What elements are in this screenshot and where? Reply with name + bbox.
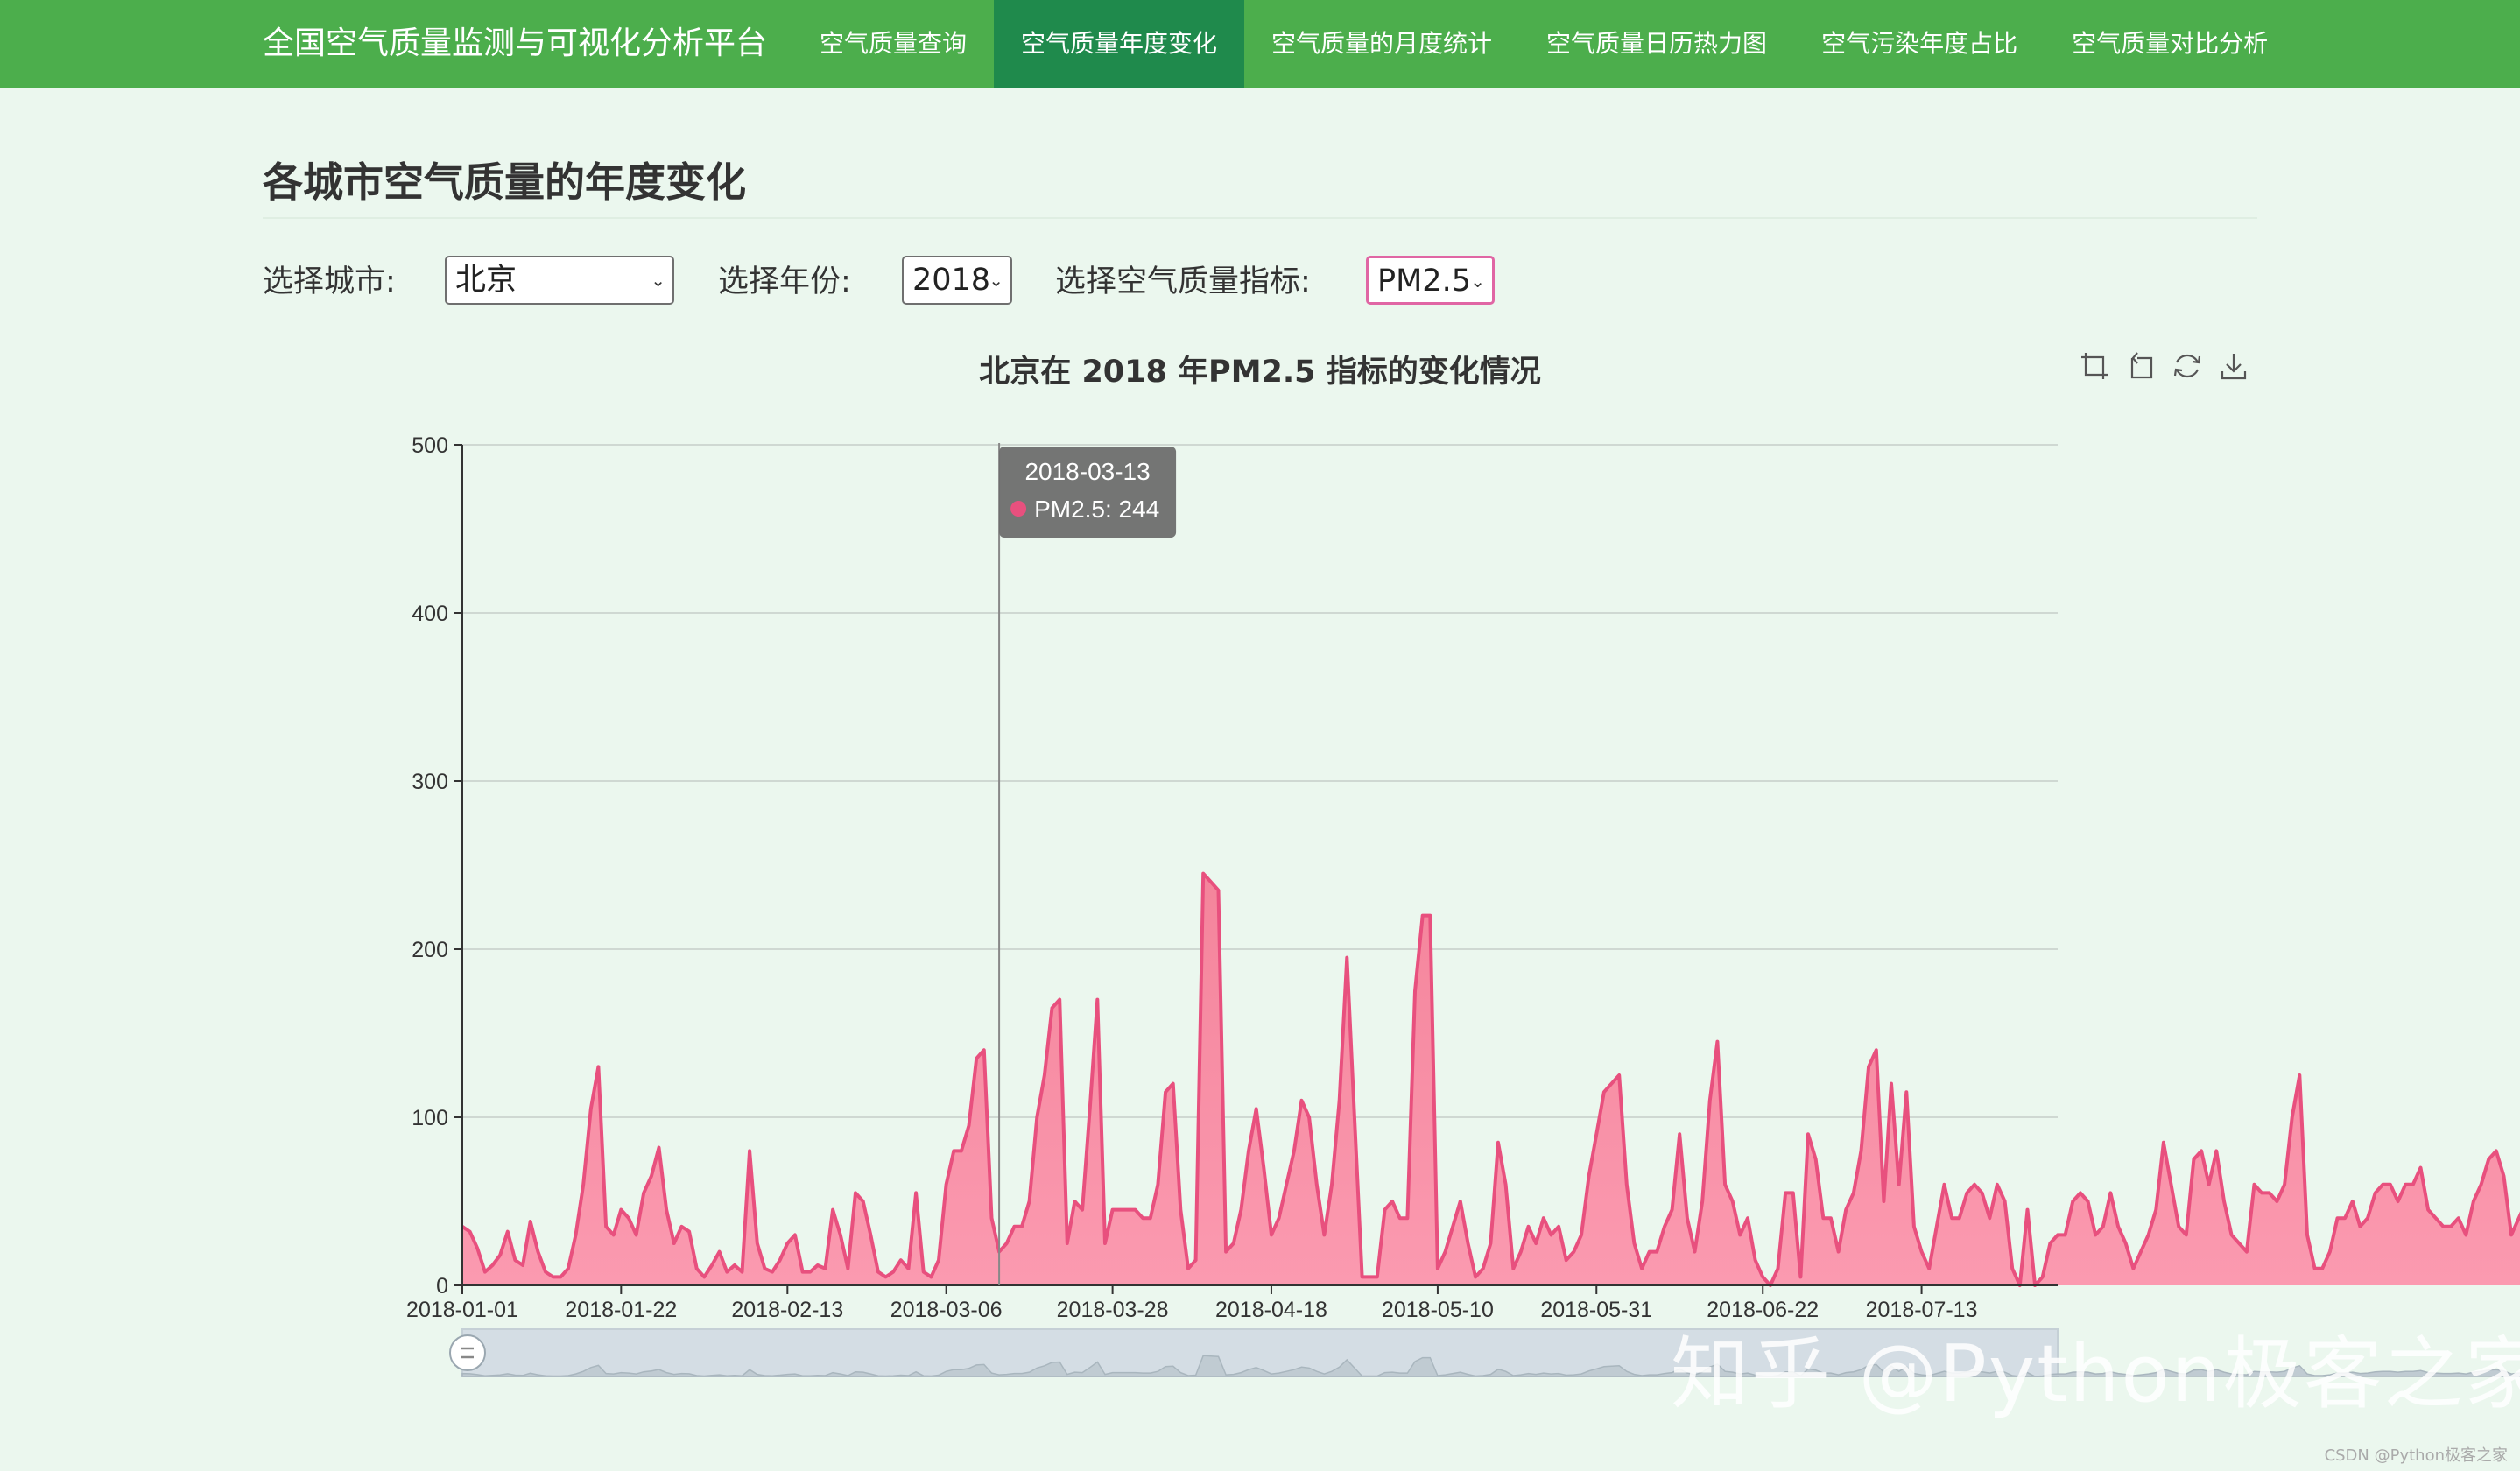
x-tick-label: 2018-01-01 [406, 1298, 518, 1322]
top-navbar: 全国空气质量监测与可视化分析平台 空气质量查询 空气质量年度变化 空气质量的月度… [0, 0, 2520, 88]
x-tick-label: 2018-05-31 [1540, 1298, 1652, 1322]
year-select-value: 2018 [912, 263, 991, 298]
y-tick-label: 400 [412, 602, 448, 626]
datazoom-handle-left [449, 1334, 486, 1371]
city-label: 选择城市: [263, 264, 396, 299]
y-tick-label: 200 [412, 938, 448, 962]
credit-text: CSDN @Python极客之家 [2324, 1446, 2508, 1465]
x-tick-label: 2018-01-22 [565, 1298, 677, 1322]
city-select-value: 北京 [455, 263, 517, 298]
indicator-select[interactable]: PM2.5 ⌄ [1366, 256, 1495, 305]
tooltip-series-marker [1010, 501, 1027, 517]
indicator-label: 选择空气质量指标: [1055, 264, 1311, 299]
x-tick-label: 2018-03-28 [1057, 1298, 1169, 1322]
tooltip-value: PM2.5: 244 [1034, 496, 1159, 523]
nav-item-query[interactable]: 空气质量查询 [792, 0, 994, 88]
series-layer [461, 871, 2520, 1287]
year-select[interactable]: 2018 ⌄ [902, 256, 1012, 305]
x-tick-label: 2018-03-06 [890, 1298, 1003, 1322]
y-tick-label: 300 [412, 770, 448, 794]
tooltip-date: 2018-03-13 [1024, 458, 1150, 485]
title-divider [263, 217, 2257, 219]
page-title: 各城市空气质量的年度变化 [263, 158, 746, 206]
nav-list: 空气质量查询 空气质量年度变化 空气质量的月度统计 空气质量日历热力图 空气污染… [792, 0, 2295, 88]
indicator-select-value: PM2.5 [1377, 264, 1471, 299]
nav-item-calendar-heatmap[interactable]: 空气质量日历热力图 [1519, 0, 1794, 88]
y-tick-label: 500 [412, 433, 448, 458]
chevron-down-icon: ⌄ [651, 270, 665, 291]
x-tick-label: 2018-04-18 [1215, 1298, 1327, 1322]
nav-item-annual-change[interactable]: 空气质量年度变化 [994, 0, 1245, 88]
chevron-down-icon: ⌄ [989, 270, 1003, 291]
chevron-down-icon: ⌄ [1470, 271, 1485, 292]
x-tick-label: 2018-02-13 [731, 1298, 843, 1322]
y-tick-label: 100 [412, 1106, 448, 1130]
pm25-area-chart[interactable]: 0 100 200 300 400 500 2018-01-01 2018-01-22 2018… [0, 333, 2520, 1436]
nav-item-monthly-stats[interactable]: 空气质量的月度统计 [1244, 0, 1519, 88]
year-label: 选择年份: [718, 264, 851, 299]
nav-item-pollution-share[interactable]: 空气污染年度占比 [1794, 0, 2045, 88]
watermark: 知乎 @Python极客之家 [1671, 1328, 2520, 1420]
nav-item-comparison[interactable]: 空气质量对比分析 [2045, 0, 2295, 88]
city-select[interactable]: 北京 ⌄ [445, 256, 674, 305]
brand-title[interactable]: 全国空气质量监测与可视化分析平台 [263, 0, 767, 88]
y-tick-label: 0 [436, 1274, 448, 1299]
x-tick-label: 2018-05-10 [1382, 1298, 1494, 1322]
